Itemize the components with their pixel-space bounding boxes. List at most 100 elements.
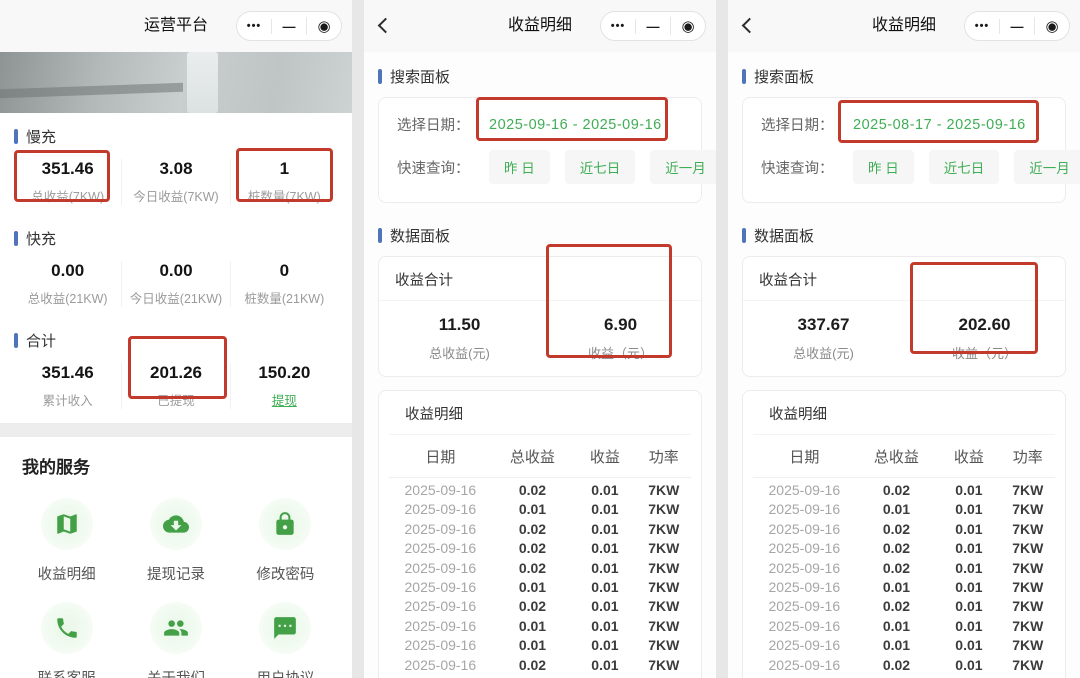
table-row: 2025-09-16 0.01 0.01 7KW [768, 637, 1044, 654]
miniprogram-capsule[interactable]: ••• — ◉ [236, 11, 342, 41]
table-row: 2025-09-16 0.02 0.01 7KW [404, 540, 680, 557]
table-row: 2025-09-16 0.02 0.01 7KW [404, 656, 680, 673]
table-row: 2025-09-16 0.01 0.01 7KW [768, 579, 1044, 596]
table-row: 2025-09-16 0.01 0.01 7KW [404, 617, 680, 634]
col-power: 功率 [1012, 449, 1043, 466]
col-income: 收益 [589, 449, 620, 466]
stat-fast-today: 0.00 今日收益(21KW) [121, 261, 229, 307]
col-income: 收益 [953, 449, 984, 466]
table-card-title: 收益明细 [753, 403, 1055, 435]
section-bar [378, 228, 382, 243]
summary-income: 202.60 收益（元） [951, 315, 1017, 361]
stat-fast-total: 0.00 总收益(21KW) [27, 261, 108, 306]
section-bar [14, 129, 18, 144]
stat-cumulative-income: 351.46 累计收入 [41, 363, 94, 408]
charging-station-photo [0, 52, 352, 113]
section-title: 慢充 [26, 129, 57, 146]
col-total-income: 总收益 [873, 449, 919, 466]
divider [0, 423, 352, 437]
minimize-icon[interactable]: — [999, 18, 1034, 34]
section-slow-charge: 慢充 351.46 总收益(7KW) 3.08 今日收益(7KW) 1 桩数量(… [0, 126, 352, 215]
summary-card-title: 收益合计 [379, 269, 701, 301]
target-icon[interactable]: ◉ [306, 17, 341, 35]
quick-lastmonth-button[interactable]: 近一月 [650, 150, 716, 184]
miniprogram-capsule[interactable]: ••• — ◉ [600, 11, 706, 41]
panel-income-detail-month: 收益明细 ••• — ◉ 搜索面板 选择日期： 2025-08-17 - 202… [728, 0, 1080, 678]
phone-icon [40, 602, 93, 654]
quick-last7days-button[interactable]: 近七日 [928, 150, 1000, 184]
service-withdraw-records[interactable]: 提现记录 [121, 480, 230, 584]
panel-income-detail-today: 收益明细 ••• — ◉ 搜索面板 选择日期： 2025-09-16 - 202… [364, 0, 716, 678]
section-bar [742, 228, 746, 243]
date-label: 选择日期： [761, 118, 834, 134]
lock-icon [259, 498, 312, 550]
income-summary-card: 收益合计 11.50 总收益(元) 6.90 收益（元） [378, 256, 702, 377]
withdraw-link[interactable]: 提现 [231, 390, 338, 409]
table-row: 2025-09-16 0.01 0.01 7KW [404, 501, 680, 518]
search-panel-header: 搜索面板 [364, 52, 716, 97]
summary-card-title: 收益合计 [743, 269, 1065, 301]
search-card: 选择日期： 2025-09-16 - 2025-09-16 快速查询： 昨 日 … [378, 97, 716, 203]
summary-income: 6.90 收益（元） [587, 315, 653, 361]
date-range-picker[interactable]: 2025-08-17 - 2025-09-16 [853, 117, 1026, 133]
service-about-us[interactable]: 关于我们 [121, 584, 230, 678]
cloud-download-icon [149, 498, 202, 550]
data-panel-header: 数据面板 [728, 203, 1080, 256]
section-bar [742, 69, 746, 84]
target-icon[interactable]: ◉ [1034, 17, 1069, 35]
quick-query-label: 快速查询： [397, 160, 470, 177]
more-icon[interactable]: ••• [965, 20, 999, 32]
my-services-card: 我的服务 收益明细 提现记录 修改密码 [4, 437, 348, 678]
chat-icon [259, 602, 312, 654]
quick-query-label: 快速查询： [761, 160, 834, 177]
panel-operations: 运营平台 ••• — ◉ 慢充 351.46 总收益(7KW) 3.08 今日收… [0, 0, 352, 678]
screenshot-root: 运营平台 ••• — ◉ 慢充 351.46 总收益(7KW) 3.08 今日收… [0, 0, 1080, 678]
minimize-icon[interactable]: — [271, 18, 306, 34]
minimize-icon[interactable]: — [635, 18, 670, 34]
summary-total-income: 337.67 总收益(元) [793, 315, 854, 361]
income-summary-card: 收益合计 337.67 总收益(元) 202.60 收益（元） [742, 256, 1066, 377]
table-row: 2025-09-16 0.02 0.01 7KW [404, 482, 680, 498]
section-total: 合计 351.46 累计收入 201.26 已提现 150.20 提现 [0, 330, 352, 419]
more-icon[interactable]: ••• [237, 20, 271, 32]
table-row: 2025-09-16 0.02 0.01 7KW [404, 559, 680, 576]
table-row: 2025-09-16 0.02 0.01 7KW [768, 598, 1044, 615]
search-card: 选择日期： 2025-08-17 - 2025-09-16 快速查询： 昨 日 … [742, 97, 1080, 203]
quick-yesterday-button[interactable]: 昨 日 [489, 150, 550, 184]
stat-withdrawable: 150.20 提现 [229, 363, 338, 409]
target-icon[interactable]: ◉ [670, 17, 705, 35]
quick-lastmonth-button[interactable]: 近一月 [1014, 150, 1080, 184]
table-row: 2025-09-16 0.01 0.01 7KW [404, 637, 680, 654]
service-income-detail[interactable]: 收益明细 [12, 480, 121, 584]
map-icon [40, 498, 93, 550]
date-range-picker[interactable]: 2025-09-16 - 2025-09-16 [489, 117, 662, 133]
table-row: 2025-09-16 0.02 0.01 7KW [768, 559, 1044, 576]
quick-yesterday-button[interactable]: 昨 日 [853, 150, 914, 184]
section-bar [14, 333, 18, 348]
table-header: 日期 总收益 收益 功率 [389, 435, 691, 478]
services-title: 我的服务 [22, 458, 90, 477]
quick-last7days-button[interactable]: 近七日 [564, 150, 636, 184]
search-panel-header: 搜索面板 [728, 52, 1080, 97]
section-fast-charge: 快充 0.00 总收益(21KW) 0.00 今日收益(21KW) 0 桩数量(… [0, 228, 352, 317]
table-row: 2025-09-16 0.01 0.01 7KW [768, 617, 1044, 634]
section-title: 快充 [26, 231, 57, 248]
summary-total-income: 11.50 总收益(元) [429, 315, 490, 361]
table-row: 2025-09-16 0.02 0.01 7KW [404, 598, 680, 615]
miniprogram-capsule[interactable]: ••• — ◉ [964, 11, 1070, 41]
table-card-title: 收益明细 [389, 403, 691, 435]
section-title: 合计 [26, 333, 57, 350]
col-power: 功率 [648, 449, 679, 466]
income-detail-table-card: 收益明细 日期 总收益 收益 功率 2025-09-16 0.02 0.01 7… [378, 390, 702, 678]
more-icon[interactable]: ••• [601, 20, 635, 32]
titlebar: 收益明细 ••• — ◉ [728, 0, 1080, 52]
service-contact-support[interactable]: 联系客服 [12, 584, 121, 678]
data-panel-header: 数据面板 [364, 203, 716, 256]
section-bar [378, 69, 382, 84]
stat-slow-total: 351.46 总收益(7KW) [31, 159, 105, 204]
service-user-agreement[interactable]: 用户协议 [231, 584, 340, 678]
service-change-password[interactable]: 修改密码 [231, 480, 340, 584]
col-total-income: 总收益 [509, 449, 555, 466]
stat-slow-today: 3.08 今日收益(7KW) [121, 159, 229, 205]
table-row: 2025-09-16 0.02 0.01 7KW [404, 520, 680, 537]
